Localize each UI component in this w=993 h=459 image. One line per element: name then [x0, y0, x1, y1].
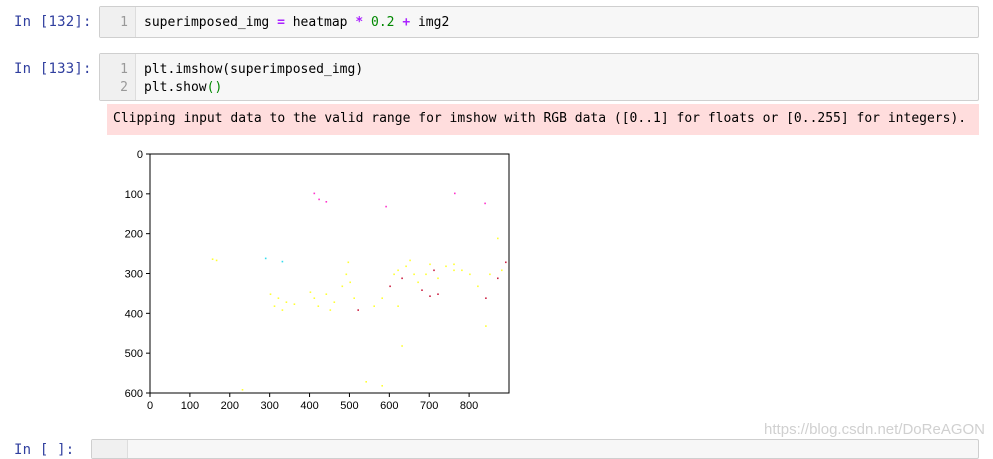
- image-pixel: [425, 273, 427, 276]
- line-number-gutter: [92, 440, 128, 458]
- image-pixel: [454, 192, 456, 195]
- image-pixel: [349, 281, 351, 284]
- image-pixel: [484, 202, 486, 205]
- x-tick-label: 200: [221, 400, 239, 412]
- image-pixel: [281, 260, 284, 263]
- image-pixel: [477, 285, 479, 288]
- image-pixel: [353, 297, 355, 299]
- image-pixel: [341, 285, 344, 288]
- cell-prompt-empty: In [ ]:: [14, 442, 75, 458]
- image-pixel: [437, 293, 439, 295]
- y-tick-label: 0: [137, 149, 143, 161]
- image-pixel: [285, 301, 288, 303]
- image-pixel: [389, 285, 391, 288]
- image-pixel: [433, 269, 435, 272]
- image-pixel: [485, 325, 487, 327]
- image-pixel: [293, 303, 296, 305]
- image-pixel: [453, 269, 455, 272]
- x-tick-label: 500: [340, 400, 358, 412]
- image-pixel: [437, 277, 439, 280]
- image-pixel: [211, 258, 214, 260]
- image-pixel: [489, 273, 491, 276]
- image-pixel: [453, 263, 455, 266]
- cell-prompt-133: In [133]:: [14, 61, 92, 77]
- image-pixel: [381, 385, 383, 387]
- image-pixel: [357, 309, 359, 311]
- plot-axes: 0 100 200 300 400 500 600 700 800 0 100 200 300 400 50…: [125, 149, 510, 412]
- image-pixel: [269, 293, 272, 295]
- cell-prompt-132: In [132]:: [14, 14, 92, 30]
- image-pixel: [325, 293, 328, 295]
- code-line[interactable]: plt.show(): [144, 80, 222, 95]
- y-tick-label: 200: [125, 229, 143, 241]
- line-number: 1: [120, 62, 128, 77]
- image-pixel: [445, 265, 447, 268]
- image-pixel: [409, 259, 411, 262]
- image-pixel: [215, 259, 218, 262]
- imshow-plot: 0 100 200 300 400 500 600 700 800 0 100 200 300 400 50…: [125, 149, 510, 412]
- image-pixel: [485, 297, 487, 299]
- y-tick-label: 500: [125, 348, 143, 360]
- image-pixel: [381, 297, 383, 299]
- image-pixel: [469, 273, 471, 276]
- image-pixel: [429, 263, 431, 266]
- image-pixel: [393, 273, 395, 276]
- code-cell-133[interactable]: 1 2 plt.imshow(superimposed_img) plt.sho…: [99, 53, 979, 101]
- code-cell-132[interactable]: 1 superimposed_img = heatmap * 0.2 + img…: [99, 6, 979, 38]
- image-pixel: [281, 309, 284, 311]
- code-line[interactable]: plt.imshow(superimposed_img): [144, 62, 363, 77]
- image-pixel: [421, 289, 423, 291]
- image-pixel: [347, 261, 350, 264]
- image-pixel: [497, 277, 499, 280]
- image-pixel: [273, 305, 276, 307]
- axes-frame: [149, 153, 510, 394]
- image-pixel: [241, 389, 244, 391]
- image-pixel: [318, 198, 320, 201]
- x-tick-label: 700: [420, 400, 438, 412]
- line-number: 1: [120, 15, 128, 30]
- x-tick-label: 0: [147, 400, 153, 412]
- image-pixel: [313, 297, 316, 299]
- line-number-gutter: 1 2: [100, 54, 136, 100]
- image-pixel: [413, 273, 415, 276]
- image-pixel: [401, 277, 403, 280]
- image-pixel: [325, 201, 328, 203]
- line-number: 2: [120, 80, 128, 95]
- image-pixel: [501, 269, 503, 272]
- image-pixel: [397, 269, 399, 272]
- image-pixel: [264, 257, 267, 260]
- y-tick-label: 400: [125, 308, 143, 320]
- code-line[interactable]: superimposed_img = heatmap * 0.2 + img2: [144, 15, 449, 30]
- image-pixel: [373, 305, 375, 307]
- x-tick-label: 600: [380, 400, 398, 412]
- image-pixel: [309, 291, 312, 293]
- image-pixel: [365, 381, 367, 383]
- x-tick-label: 100: [181, 400, 199, 412]
- image-pixel: [405, 265, 407, 268]
- image-pixel: [277, 297, 280, 299]
- image-pixel: [397, 305, 399, 307]
- image-pixel: [333, 301, 336, 303]
- image-pixel: [313, 192, 316, 195]
- image-pixel: [329, 309, 332, 311]
- stderr-output: Clipping input data to the valid range f…: [107, 104, 979, 135]
- y-tick-label: 100: [125, 189, 143, 201]
- image-pixel: [417, 281, 419, 284]
- watermark: https://blog.csdn.net/DoReAGON: [764, 421, 985, 438]
- x-tick-label: 800: [460, 400, 478, 412]
- image-pixel: [385, 205, 387, 208]
- y-tick-label: 300: [125, 269, 143, 281]
- image-pixel: [497, 237, 499, 240]
- image-pixel: [317, 305, 320, 307]
- image-pixel: [505, 261, 507, 264]
- x-tick-label: 400: [300, 400, 318, 412]
- empty-code-cell[interactable]: [91, 439, 979, 459]
- line-number-gutter: 1: [100, 7, 136, 37]
- image-pixel: [401, 345, 403, 347]
- image-pixel: [461, 269, 463, 272]
- x-tick-label: 300: [260, 400, 278, 412]
- y-tick-label: 600: [125, 388, 143, 400]
- image-pixel: [345, 273, 348, 276]
- image-pixel: [429, 295, 431, 297]
